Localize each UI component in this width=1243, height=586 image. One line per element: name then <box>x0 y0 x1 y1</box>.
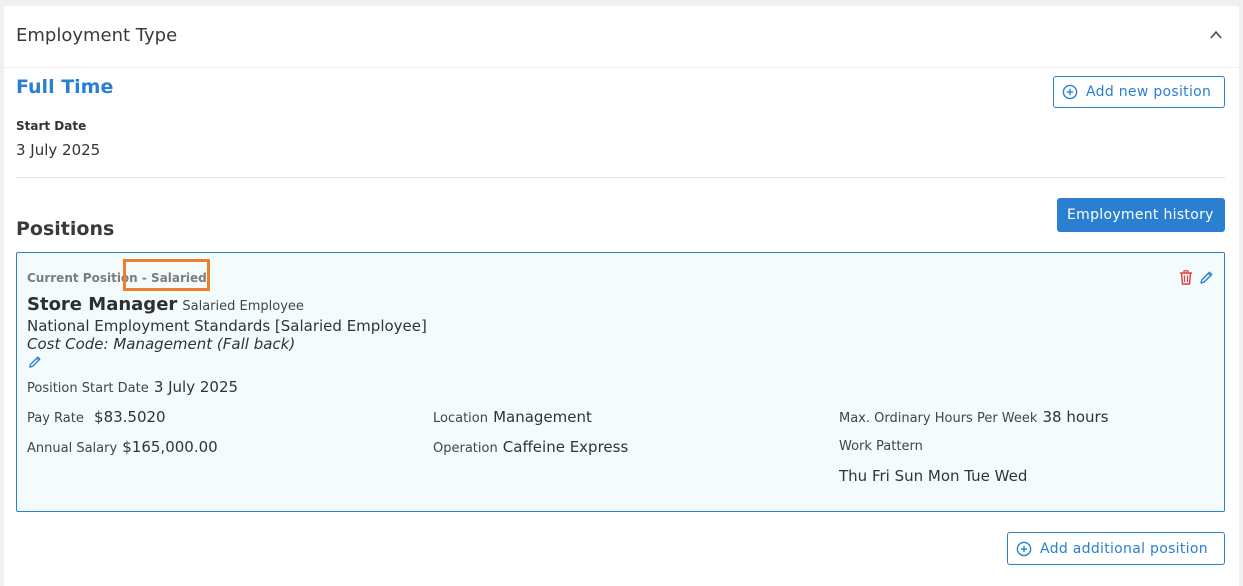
pencil-icon[interactable] <box>28 355 42 369</box>
pencil-icon[interactable] <box>1199 270 1214 285</box>
position-title-row: Store Manager Salaried Employee <box>27 294 304 315</box>
divider <box>16 177 1225 178</box>
employment-type-header[interactable]: Employment Type <box>4 6 1239 68</box>
section-header-title: Employment Type <box>16 25 178 46</box>
highlight-box <box>123 259 210 291</box>
chevron-up-icon[interactable] <box>1209 28 1223 42</box>
employment-type-value: Full Time <box>16 76 114 98</box>
annual-salary-label: Annual Salary <box>27 441 118 456</box>
plus-circle-icon <box>1062 84 1078 100</box>
position-start-value: 3 July 2025 <box>153 378 239 396</box>
employment-card: Employment Type Full Time Add new positi… <box>4 6 1239 586</box>
hours-label: Max. Ordinary Hours Per Week <box>839 411 1038 426</box>
role-type: Salaried Employee <box>182 299 304 314</box>
cost-code: Cost Code: Management (Fall back) <box>27 335 296 353</box>
location-value: Management <box>493 408 592 426</box>
pay-rate-label: Pay Rate <box>27 411 84 426</box>
hours-value: 38 hours <box>1042 408 1109 426</box>
start-date-value: 3 July 2025 <box>16 141 101 159</box>
annual-salary-value: $165,000.00 <box>122 438 218 456</box>
location-row: Location Management <box>433 407 592 426</box>
add-new-position-label: Add new position <box>1086 84 1212 100</box>
plus-circle-icon <box>1016 541 1032 556</box>
hours-row: Max. Ordinary Hours Per Week 38 hours <box>839 407 1109 426</box>
positions-title: Positions <box>16 218 115 240</box>
add-additional-position-label: Add additional position <box>1040 540 1208 557</box>
employment-history-button[interactable]: Employment history <box>1057 198 1225 232</box>
start-date-label: Start Date <box>16 119 87 133</box>
role-name: Store Manager <box>27 294 178 315</box>
add-new-position-button[interactable]: Add new position <box>1053 76 1225 108</box>
award-name: National Employment Standards [Salaried … <box>27 317 427 335</box>
position-start-label: Position Start Date <box>27 381 149 396</box>
add-additional-position-button[interactable]: Add additional position <box>1007 532 1225 565</box>
pay-rate-value: $83.5020 <box>94 408 166 426</box>
trash-icon[interactable] <box>1179 270 1193 285</box>
position-start-row: Position Start Date 3 July 2025 <box>27 377 238 396</box>
work-pattern-label: Work Pattern <box>839 439 923 454</box>
work-pattern-value: Thu Fri Sun Mon Tue Wed <box>839 467 1028 485</box>
operation-value: Caffeine Express <box>502 438 629 456</box>
operation-row: Operation Caffeine Express <box>433 437 628 456</box>
pay-rate-row: Pay Rate $83.5020 <box>27 407 166 426</box>
current-position-panel: Current Position - Salaried Store Manage… <box>16 252 1225 512</box>
operation-label: Operation <box>433 441 498 456</box>
annual-salary-row: Annual Salary $165,000.00 <box>27 437 218 456</box>
location-label: Location <box>433 411 488 426</box>
